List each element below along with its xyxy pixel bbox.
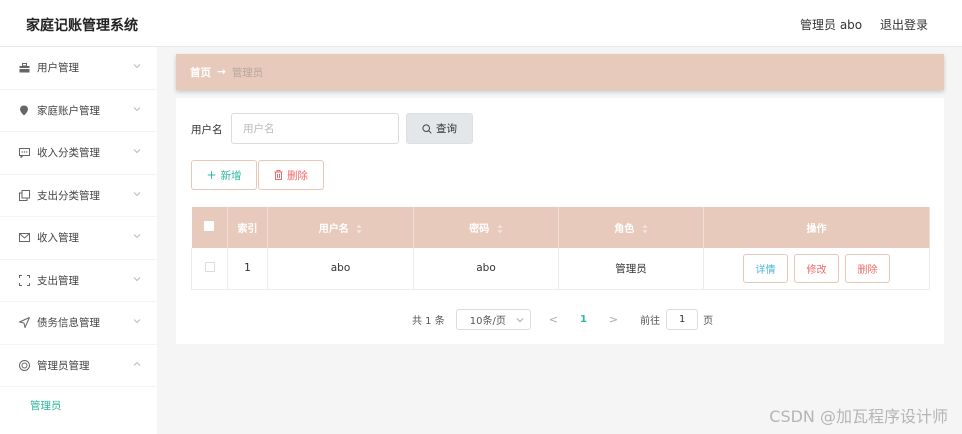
row-action-group: 详情 修改 删除 (704, 253, 929, 283)
edit-button[interactable]: 修改 (794, 253, 839, 283)
top-right-menu: 管理员 abo 退出登录 (786, 16, 928, 33)
sidebar-item-debts[interactable]: 债务信息管理 (0, 302, 157, 345)
row-username: abo (267, 248, 414, 290)
column-header-password[interactable]: 密码 (413, 207, 559, 248)
watermark: CSDN @加瓦程序设计师 (769, 407, 948, 426)
row-role: 管理员 (558, 248, 704, 290)
chat-icon (18, 147, 30, 159)
chevron-down-icon (133, 276, 141, 281)
logout-link[interactable]: 退出登录 (880, 18, 928, 32)
column-header-role-label: 角色 (614, 224, 635, 235)
sidebar-item-users[interactable]: 用户管理 (0, 47, 157, 90)
sidebar: 用户管理 家庭账户管理 收入分类管理 支出分类管理 收入管理 支出管理 债务信息… (0, 47, 157, 434)
sidebar-item-label: 支出管理 (37, 274, 79, 287)
goto-label: 前往 (640, 316, 661, 327)
chevron-down-icon (133, 106, 141, 111)
sidebar-item-label: 家庭账户管理 (37, 104, 100, 117)
admin-table: 索引 用户名 密码 角色 操作 1 abo abo 管理员 详情 修改 删除 (191, 207, 930, 290)
breadcrumb-arrow-icon: → (217, 66, 226, 78)
add-button[interactable]: + 新增 (191, 160, 257, 190)
search-icon (422, 123, 432, 134)
select-all-checkbox[interactable] (204, 221, 215, 231)
chevron-down-icon (133, 64, 141, 69)
sort-icon (642, 224, 648, 234)
app-title: 家庭记账管理系统 (26, 18, 138, 34)
row-actions: 详情 修改 删除 (703, 248, 930, 290)
sidebar-item-expenses[interactable]: 支出管理 (0, 260, 157, 302)
chevron-down-icon (516, 318, 524, 323)
sort-icon (356, 224, 362, 234)
delete-button-label: 删除 (287, 169, 308, 182)
search-button[interactable]: 查询 (406, 113, 473, 144)
copy-icon (18, 189, 30, 201)
row-select-cell (191, 248, 228, 290)
sidebar-item-label: 管理员管理 (37, 359, 90, 372)
plus-icon: + (206, 168, 217, 182)
message-icon (18, 232, 30, 244)
top-bar: 家庭记账管理系统 管理员 abo 退出登录 (0, 0, 962, 47)
frame-icon (18, 274, 30, 286)
pagination: 共 1 条 10条/页 < 1 > 前往 页 (412, 309, 713, 330)
prev-page-button[interactable]: < (549, 313, 558, 326)
delete-button[interactable]: 删除 (258, 160, 324, 190)
column-header-actions: 操作 (703, 207, 930, 248)
search-label: 用户名 (191, 124, 223, 136)
column-header-index: 索引 (227, 207, 268, 248)
trash-icon (274, 170, 283, 180)
sidebar-item-income[interactable]: 收入管理 (0, 217, 157, 260)
table-header-row: 索引 用户名 密码 角色 操作 (191, 207, 930, 248)
pagination-total: 共 1 条 (412, 316, 445, 327)
page-size-value: 10条/页 (469, 316, 506, 327)
breadcrumb: 首页 → 管理员 (176, 54, 944, 90)
next-page-button[interactable]: > (609, 313, 618, 326)
page-unit-label: 页 (703, 316, 714, 327)
chevron-down-icon (133, 319, 141, 324)
sidebar-item-label: 收入管理 (37, 232, 79, 245)
add-button-label: 新增 (220, 169, 242, 182)
column-header-username-label: 用户名 (318, 224, 349, 235)
content-panel: 用户名 查询 + 新增 删除 索引 用户名 密码 (176, 98, 944, 344)
circle-icon (18, 359, 30, 371)
sidebar-item-expense-categories[interactable]: 支出分类管理 (0, 175, 157, 217)
location-pin-icon (18, 104, 30, 116)
sidebar-item-label: 债务信息管理 (37, 317, 100, 330)
column-header-role[interactable]: 角色 (558, 207, 704, 248)
sidebar-subitem-admin[interactable]: 管理员 (0, 387, 157, 423)
sidebar-item-label: 用户管理 (37, 62, 79, 75)
chevron-down-icon (133, 149, 141, 154)
sidebar-item-family-accounts[interactable]: 家庭账户管理 (0, 90, 157, 132)
chevron-down-icon (133, 191, 141, 196)
row-index: 1 (227, 248, 268, 290)
search-button-label: 查询 (436, 123, 457, 135)
briefcase-icon (18, 62, 30, 74)
row-password: abo (413, 248, 559, 290)
sidebar-item-admins[interactable]: 管理员管理 (0, 345, 157, 387)
chevron-up-icon (133, 361, 141, 366)
breadcrumb-current: 管理员 (231, 66, 264, 79)
select-all-header (191, 207, 228, 248)
username-search-input[interactable] (231, 113, 399, 144)
sidebar-item-label: 支出分类管理 (37, 189, 100, 202)
page-number-current[interactable]: 1 (580, 314, 587, 325)
send-icon (18, 317, 30, 329)
chevron-down-icon (133, 234, 141, 239)
breadcrumb-home[interactable]: 首页 (190, 65, 211, 80)
sort-icon (497, 224, 503, 234)
page-size-select[interactable]: 10条/页 (455, 309, 531, 330)
sidebar-item-label: 收入分类管理 (37, 147, 100, 160)
row-delete-button[interactable]: 删除 (845, 253, 890, 283)
column-header-password-label: 密码 (469, 224, 490, 235)
sidebar-item-income-categories[interactable]: 收入分类管理 (0, 132, 157, 175)
detail-button[interactable]: 详情 (743, 253, 788, 283)
current-user-label[interactable]: 管理员 abo (800, 18, 862, 32)
row-checkbox[interactable] (204, 261, 215, 272)
table-row: 1 abo abo 管理员 详情 修改 删除 (191, 248, 930, 290)
column-header-username[interactable]: 用户名 (267, 207, 414, 248)
goto-page-input[interactable] (666, 309, 699, 330)
